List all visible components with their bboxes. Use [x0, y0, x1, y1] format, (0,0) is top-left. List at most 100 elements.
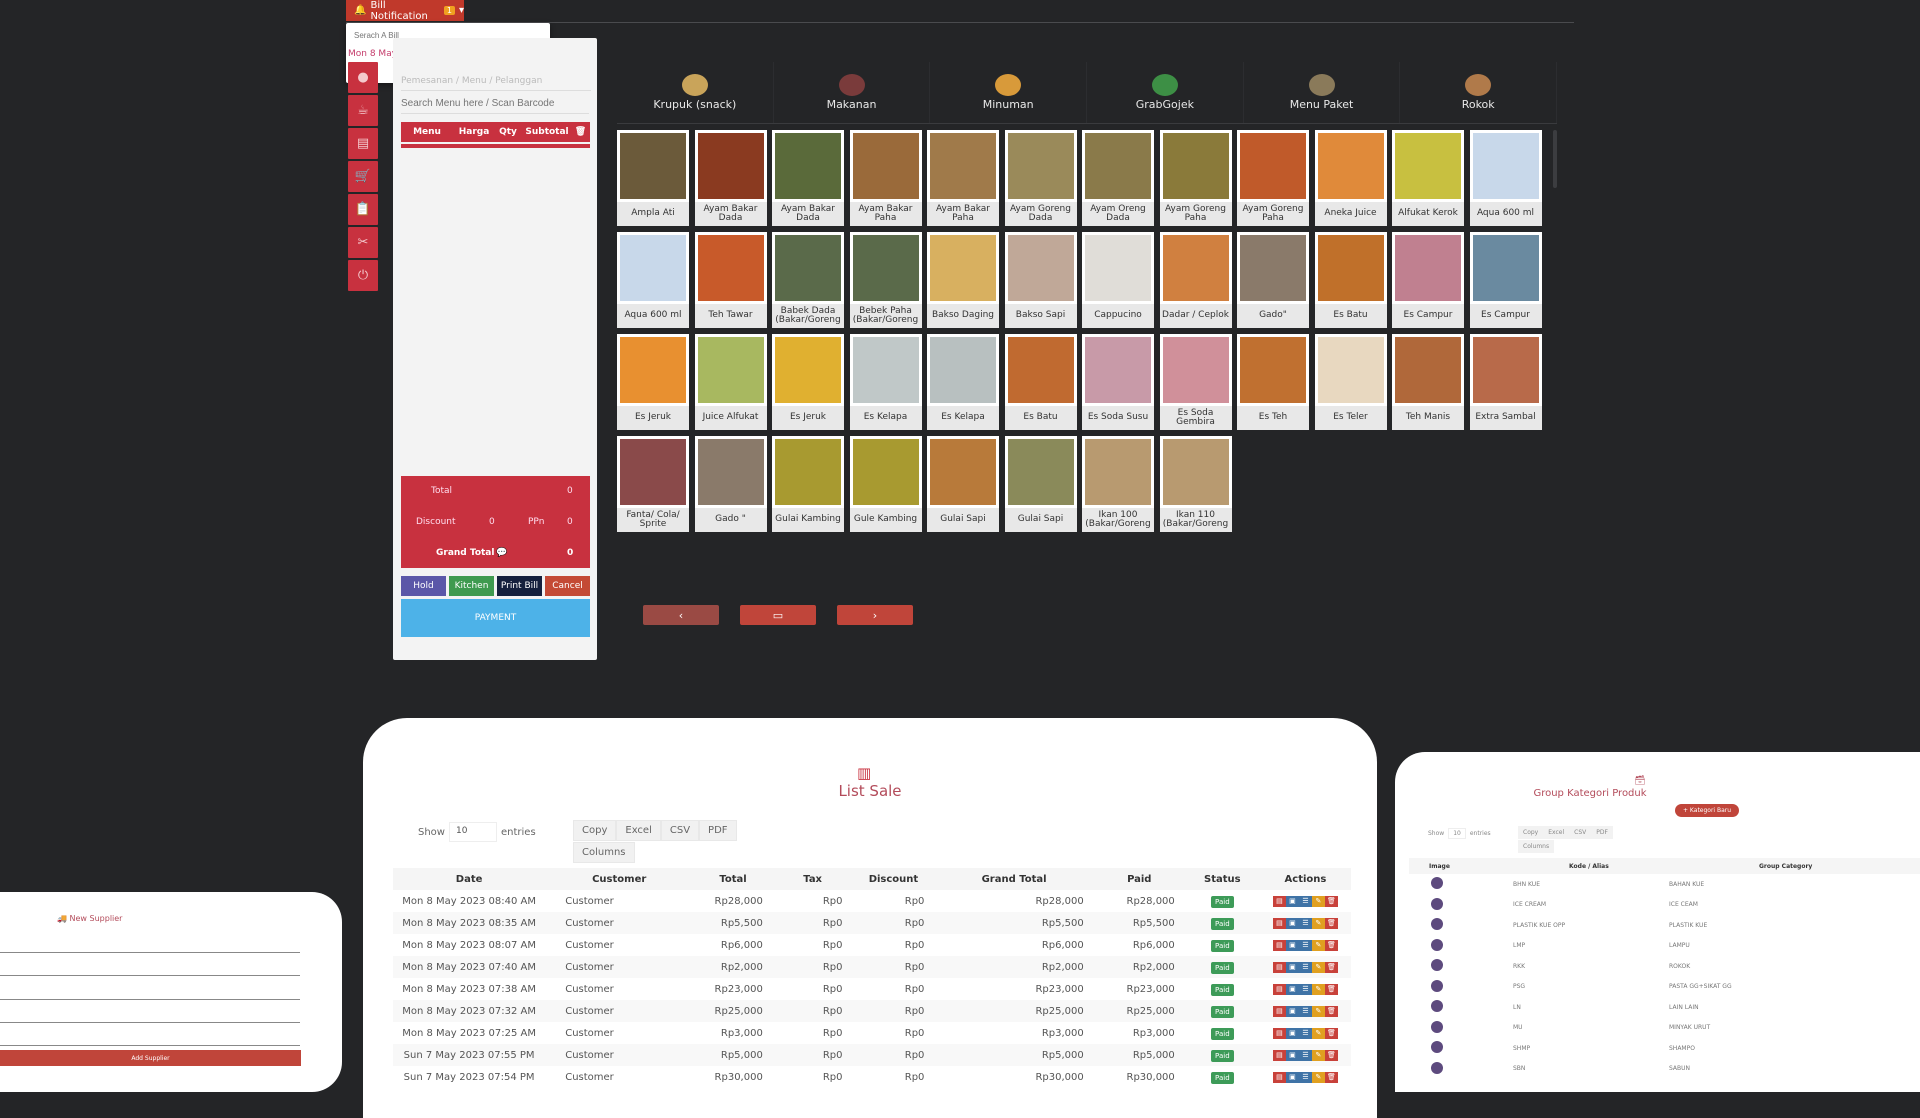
receipt-icon[interactable]: ▤ [1272, 1050, 1286, 1061]
category-tab[interactable]: Minuman [930, 62, 1088, 123]
product-card[interactable]: Bebek Paha (Bakar/Goreng [849, 232, 922, 328]
receipt-icon[interactable]: ▤ [1272, 962, 1286, 973]
product-card[interactable]: Dadar / Ceplok [1159, 232, 1232, 328]
product-card[interactable]: Fanta/ Cola/ Sprite [617, 436, 689, 532]
next-page-button[interactable]: › [837, 605, 913, 625]
sidebar-item[interactable]: 📋 [348, 194, 378, 225]
edit-icon[interactable]: ✎ [1311, 1072, 1325, 1083]
kategori-entries-select[interactable]: 10 [1448, 828, 1466, 839]
product-card[interactable]: Alfukat Kerok [1392, 130, 1464, 226]
money-icon[interactable]: ▣ [1285, 984, 1299, 995]
product-card[interactable]: Es Campur [1392, 232, 1464, 328]
money-icon[interactable]: ▣ [1285, 896, 1299, 907]
sidebar-item[interactable]: ⏻ [348, 260, 378, 291]
money-icon[interactable]: ▣ [1285, 1072, 1299, 1083]
edit-icon[interactable]: ✎ [1311, 896, 1325, 907]
col-actions[interactable]: Actions [1259, 868, 1351, 890]
col-tax[interactable]: Tax [772, 868, 853, 890]
sidebar-item[interactable]: 🛒 [348, 161, 378, 192]
delete-icon[interactable]: 🗑 [1324, 896, 1338, 907]
supplier-field[interactable] [0, 1022, 300, 1023]
hold-button[interactable]: Hold [401, 576, 446, 596]
product-card[interactable]: Gado " [694, 436, 767, 532]
sidebar-item[interactable]: ☕ [348, 95, 378, 126]
col-date[interactable]: Date [393, 868, 546, 890]
product-card[interactable]: Teh Tawar [694, 232, 767, 328]
excel-button[interactable]: Excel [1543, 826, 1570, 839]
product-card[interactable]: Ayam Bakar Dada [772, 130, 844, 226]
product-card[interactable]: Es Kelapa [849, 334, 922, 430]
excel-button[interactable]: Excel [616, 820, 661, 841]
supplier-field[interactable] [0, 975, 300, 976]
category-tab[interactable]: Makanan [774, 62, 931, 123]
money-icon[interactable]: ▣ [1285, 1050, 1299, 1061]
col-total[interactable]: Total [693, 868, 773, 890]
product-card[interactable]: Gulai Sapi [927, 436, 999, 532]
product-card[interactable]: Cappucino [1082, 232, 1154, 328]
product-card[interactable]: Gulai Kambing [772, 436, 844, 532]
entries-select[interactable]: 10 [448, 822, 497, 842]
product-card[interactable]: Ikan 110 (Bakar/Goreng [1159, 436, 1232, 532]
receipt-icon[interactable]: ▤ [1272, 1006, 1286, 1017]
product-card[interactable]: Es Kelapa [927, 334, 999, 430]
list-icon[interactable]: ☰ [1298, 962, 1312, 973]
product-card[interactable]: Es Jeruk [617, 334, 689, 430]
product-card[interactable]: Babek Dada (Bakar/Goreng [772, 232, 844, 328]
cancel-button[interactable]: Cancel [545, 576, 590, 596]
money-icon[interactable]: ▣ [1285, 1028, 1299, 1039]
list-icon[interactable]: ☰ [1298, 1006, 1312, 1017]
product-card[interactable]: Ayam Goreng Dada [1004, 130, 1077, 226]
category-tab[interactable]: GrabGojek [1087, 62, 1244, 123]
delete-icon[interactable]: 🗑 [1324, 1072, 1338, 1083]
edit-icon[interactable]: ✎ [1311, 940, 1325, 951]
receipt-icon[interactable]: ▤ [1272, 1028, 1286, 1039]
pdf-button[interactable]: PDF [699, 820, 737, 841]
money-icon[interactable]: ▣ [1285, 940, 1299, 951]
col-image[interactable]: Image [1409, 858, 1469, 874]
add-supplier-button[interactable]: Add Supplier [0, 1050, 301, 1066]
receipt-icon[interactable]: ▤ [1272, 896, 1286, 907]
product-card[interactable]: Aqua 600 ml [1469, 130, 1542, 226]
sidebar-item[interactable]: ✂ [348, 227, 378, 258]
add-kategori-button[interactable]: + Kategori Baru [1675, 804, 1740, 817]
product-card[interactable]: Gule Kambing [849, 436, 922, 532]
col-customer[interactable]: Customer [545, 868, 694, 890]
list-icon[interactable]: ☰ [1298, 1072, 1312, 1083]
delete-icon[interactable]: 🗑 [1324, 1028, 1338, 1039]
product-card[interactable]: Ayam Bakar Dada [694, 130, 767, 226]
product-card[interactable]: Ampla Ati [617, 130, 689, 226]
col-kode[interactable]: Kode / Alias [1469, 858, 1669, 874]
product-card[interactable]: Es Campur [1469, 232, 1542, 328]
copy-button[interactable]: Copy [573, 820, 617, 841]
product-card[interactable]: Extra Sambal [1469, 334, 1542, 430]
columns-button[interactable]: Columns [1518, 840, 1555, 853]
sidebar-item[interactable]: ● [348, 62, 378, 93]
list-icon[interactable]: ☰ [1298, 918, 1312, 929]
product-card[interactable]: Teh Manis [1392, 334, 1464, 430]
category-tab[interactable]: Krupuk (snack) [617, 62, 774, 123]
col-paid[interactable]: Paid [1093, 868, 1185, 890]
sidebar-item[interactable]: ▤ [348, 128, 378, 159]
product-card[interactable]: Ayam Goreng Paha [1237, 130, 1309, 226]
edit-icon[interactable]: ✎ [1311, 918, 1325, 929]
receipt-icon[interactable]: ▤ [1272, 918, 1286, 929]
product-card[interactable]: Gulai Sapi [1004, 436, 1077, 532]
product-card[interactable]: Aqua 600 ml [617, 232, 689, 328]
print-bill-button[interactable]: Print Bill [497, 576, 542, 596]
product-card[interactable]: Es Teh [1237, 334, 1309, 430]
col-discount[interactable]: Discount [852, 868, 935, 890]
money-icon[interactable]: ▣ [1285, 962, 1299, 973]
receipt-icon[interactable]: ▤ [1272, 940, 1286, 951]
product-card[interactable]: Ayam Bakar Paha [849, 130, 922, 226]
list-icon[interactable]: ☰ [1298, 984, 1312, 995]
edit-icon[interactable]: ✎ [1311, 1050, 1325, 1061]
category-tab[interactable]: Menu Paket [1244, 62, 1401, 123]
product-card[interactable]: Es Soda Gembira [1159, 334, 1232, 430]
csv-button[interactable]: CSV [660, 820, 700, 841]
category-tab[interactable]: Rokok [1400, 62, 1558, 123]
edit-icon[interactable]: ✎ [1311, 984, 1325, 995]
list-icon[interactable]: ☰ [1298, 896, 1312, 907]
edit-icon[interactable]: ✎ [1311, 1028, 1325, 1039]
delete-icon[interactable]: 🗑 [1324, 962, 1338, 973]
product-card[interactable]: Es Batu [1004, 334, 1077, 430]
